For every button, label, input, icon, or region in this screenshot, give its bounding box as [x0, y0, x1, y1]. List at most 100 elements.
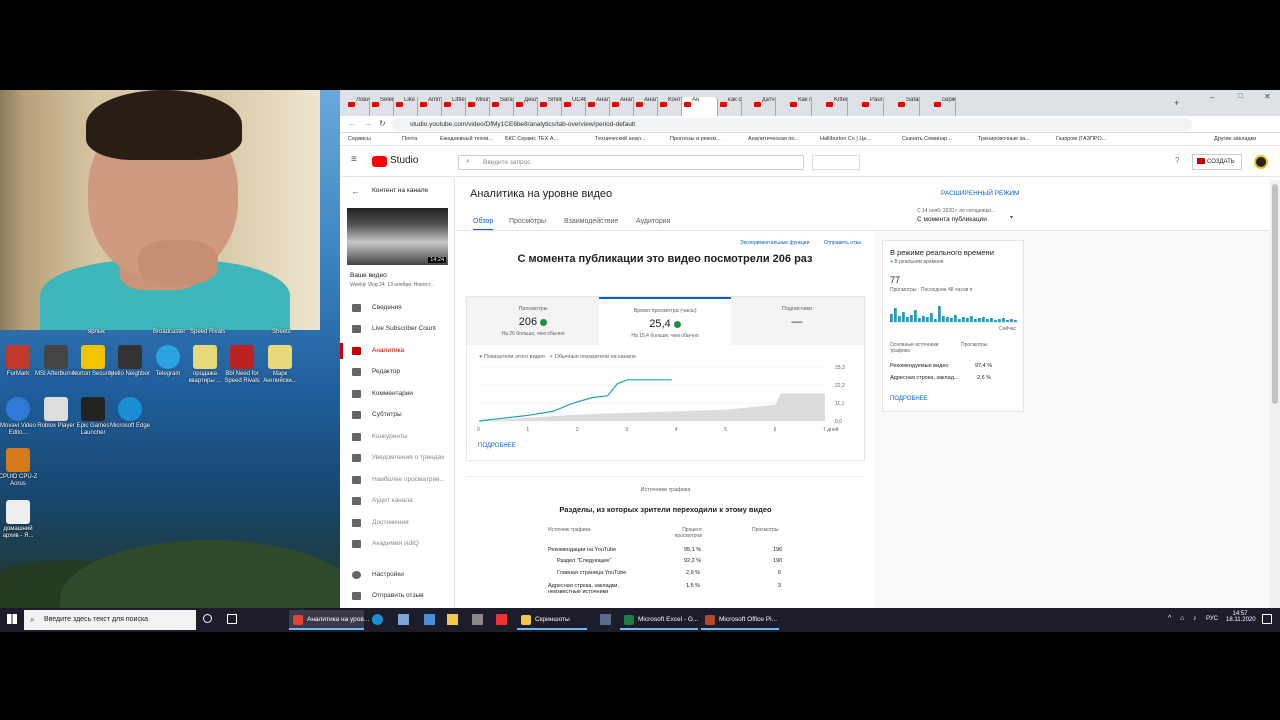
bookmark-item[interactable]: БКС Сервис ТЕХ А... — [505, 136, 558, 142]
period-selector[interactable]: С 14 нояб. 2020 г. по сегодняшн... С мом… — [917, 208, 1017, 226]
realtime-count-label[interactable]: Просмотры · Последние 48 часов ▾ — [890, 287, 972, 293]
bookmark-item[interactable]: Тренировочные за... — [978, 136, 1030, 142]
volume-icon[interactable]: ♪ — [1193, 615, 1197, 622]
avatar[interactable] — [1254, 155, 1268, 169]
send-feedback-link[interactable]: Отправить отзы — [824, 240, 861, 246]
tab-audience[interactable]: Аудитория — [636, 218, 670, 225]
taskbar-app-office[interactable]: Microsoft Office Pi... — [701, 610, 779, 630]
browser-tab[interactable]: Как по — [788, 97, 812, 116]
browser-tab[interactable]: как сд — [718, 97, 742, 116]
yandex-icon[interactable] — [496, 614, 507, 625]
browser-tab[interactable]: Selen — [370, 97, 394, 116]
browser-tab[interactable]: серж — [932, 97, 956, 116]
bookmark-item[interactable]: Прогнозы и реком... — [670, 136, 721, 142]
sidebar-item-vidiq-academy[interactable]: Академия vidIQ — [340, 534, 455, 554]
chart-more-link[interactable]: ПОДРОБНЕЕ — [478, 443, 516, 449]
browser-tab[interactable]: UC4h — [562, 97, 586, 116]
taskbar-app-chrome[interactable]: Аналитика на уров... — [289, 610, 369, 630]
metric-views[interactable]: Просмотры 206 На 26 больше, чем обычно — [467, 297, 599, 345]
experimental-features-link[interactable]: Экспериментальные функции — [740, 240, 809, 246]
desktop-icon-edge[interactable]: Microsoft Edge — [108, 397, 152, 430]
browser-tab[interactable]: Paul Y — [860, 97, 884, 116]
bookmark-item[interactable]: Сервисы — [348, 136, 371, 142]
new-tab-icon[interactable]: + — [1174, 98, 1179, 108]
advanced-mode-link[interactable]: РАСШИРЕННЫЙ РЕЖИМ — [941, 190, 1019, 197]
sidebar-item-trend-alerts[interactable]: Уведомления о трендах — [340, 448, 455, 468]
bookmark-item[interactable]: Halliburton Co | Це... — [820, 136, 871, 142]
browser-tab[interactable]: Smile — [538, 97, 562, 116]
desktop-icon-cpuz[interactable]: CPUID CPU-Z Aorus — [0, 448, 40, 488]
browser-tab[interactable]: Amm — [418, 97, 442, 116]
browser-tab[interactable]: Лови — [346, 97, 370, 116]
sidebar-item-competitors[interactable]: Конкуренты — [340, 427, 455, 447]
bookmark-item[interactable]: Почта — [402, 136, 417, 142]
browser-tab[interactable]: Дешу — [514, 97, 538, 116]
maximize-icon[interactable]: □ — [1238, 93, 1242, 100]
sidebar-item-achievements[interactable]: Достижения — [340, 513, 455, 533]
scrollbar-thumb[interactable] — [1272, 184, 1278, 404]
tray-chevron-icon[interactable]: ^ — [1168, 615, 1171, 622]
close-icon[interactable]: ✕ — [1264, 92, 1271, 101]
sidebar-item-feedback[interactable]: Отправить отзыв — [340, 586, 455, 606]
browser-tab[interactable]: Анал — [586, 97, 610, 116]
browser-tab[interactable]: Анал — [610, 97, 634, 116]
minimize-icon[interactable]: – — [1210, 93, 1214, 102]
back-icon[interactable]: ← — [348, 119, 356, 128]
bookmark-item[interactable]: Скачать Семинар... — [902, 136, 952, 142]
tab-views[interactable]: Просмотры — [509, 218, 546, 225]
taskbar-search-input[interactable]: Введите здесь текст для поиска — [24, 610, 196, 630]
sidebar-item-analytics[interactable]: Аналитика — [340, 341, 455, 361]
task-view-icon[interactable] — [227, 614, 237, 624]
bookmark-item[interactable]: Другие закладки — [1214, 136, 1256, 142]
studio-logo[interactable]: Studio — [390, 155, 418, 166]
desktop-icon-archive[interactable]: домашний архив - Я... — [0, 500, 40, 540]
url-input[interactable]: studio.youtube.com/video/DfMy1CE6be8/ana… — [392, 118, 1192, 131]
sidebar-item-comments[interactable]: Комментарии — [340, 384, 455, 404]
reload-icon[interactable]: ↻ — [379, 119, 386, 128]
search-input[interactable]: Введите запрос — [458, 155, 804, 170]
video-thumbnail[interactable]: 14:24 — [347, 208, 448, 265]
vidiq-widget[interactable] — [812, 155, 860, 170]
sidebar-item-details[interactable]: Сведения — [340, 298, 455, 318]
tab-engagement[interactable]: Взаимодействие — [564, 218, 618, 225]
calculator-icon[interactable] — [424, 614, 435, 625]
windows-start-icon[interactable] — [7, 614, 17, 624]
camera-icon[interactable] — [472, 614, 483, 625]
scrollbar[interactable] — [1270, 180, 1280, 608]
sidebar-item-channel-audit[interactable]: Аудит канала — [340, 491, 455, 511]
menu-icon[interactable]: ≡ — [351, 154, 357, 165]
realtime-more-link[interactable]: ПОДРОБНЕЕ — [890, 396, 928, 402]
sidebar-item-settings[interactable]: Настройки — [340, 565, 455, 585]
network-icon[interactable]: ⌂ — [1180, 615, 1184, 622]
browser-tab[interactable]: Little — [442, 97, 466, 116]
browser-tab[interactable]: Safari — [896, 97, 920, 116]
browser-tab[interactable]: Анал — [634, 97, 658, 116]
browser-tab[interactable]: Конт — [658, 97, 682, 116]
cortana-icon[interactable] — [203, 614, 212, 623]
browser-tab[interactable]: Like E — [394, 97, 418, 116]
sidebar-item-subtitles[interactable]: Субтитры — [340, 405, 455, 425]
store-icon[interactable] — [447, 614, 458, 625]
bookmark-item[interactable]: Газпром (ГАЗПРО... — [1056, 136, 1106, 142]
language-indicator[interactable]: РУС — [1206, 616, 1218, 622]
metric-watch-time[interactable]: Время просмотра (часы) 25,4 На 15,4 боль… — [599, 297, 731, 345]
browser-tab[interactable]: Kitten — [824, 97, 848, 116]
taskbar-app-excel[interactable]: Microsoft Excel - G... — [620, 610, 698, 630]
arrow-back-icon[interactable]: ← — [351, 186, 360, 196]
help-icon[interactable]: ? — [1175, 156, 1179, 165]
mail-icon[interactable] — [398, 614, 409, 625]
sidebar-item-editor[interactable]: Редактор — [340, 362, 455, 382]
browser-tab[interactable]: Milun — [466, 97, 490, 116]
desktop-icon-file[interactable]: Марк Английски... — [258, 345, 302, 385]
forward-icon[interactable]: → — [364, 119, 372, 128]
bookmark-item[interactable]: Технический анал... — [595, 136, 646, 142]
browser-tab[interactable]: Sara и — [490, 97, 514, 116]
bookmark-item[interactable]: Ежедневный техни... — [440, 136, 493, 142]
monitor-icon[interactable] — [600, 614, 611, 625]
bookmark-item[interactable]: Аналитическая по... — [748, 136, 799, 142]
sidebar-item-most-viewed[interactable]: Наиболее просматрив... — [340, 470, 455, 490]
clock[interactable]: 14:57 18.11.2020 — [1226, 611, 1256, 623]
browser-tab-active[interactable]: Ан — [682, 97, 718, 116]
back-to-content-link[interactable]: Контент на канале — [372, 187, 428, 194]
edge-icon[interactable] — [372, 614, 383, 625]
